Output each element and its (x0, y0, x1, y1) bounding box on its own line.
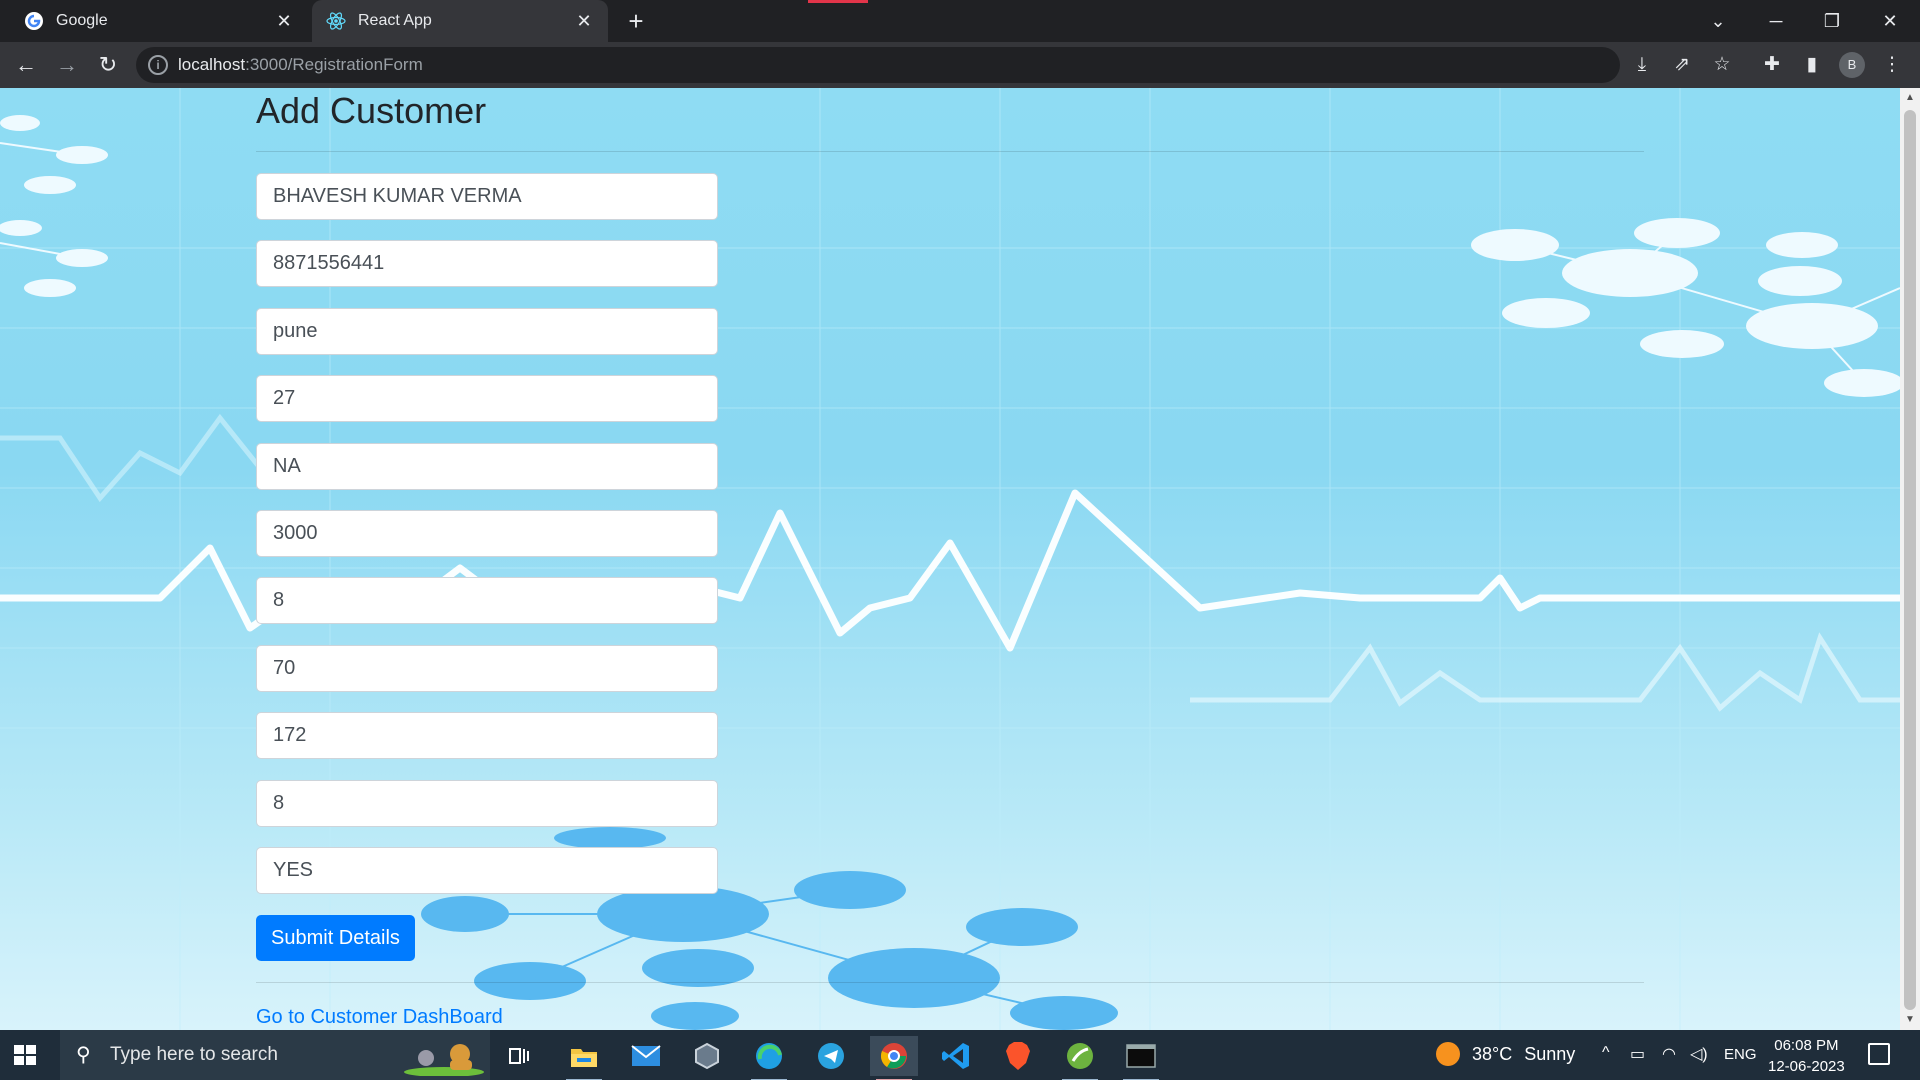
language-indicator[interactable]: ENG (1724, 1046, 1757, 1063)
address-bar[interactable]: i localhost:3000/RegistrationForm (136, 47, 1620, 83)
tab-google[interactable]: Google ✕ (10, 0, 308, 42)
clock-date: 12-06-2023 (1768, 1058, 1845, 1075)
google-g-icon (24, 11, 44, 31)
page-title: Add Customer (256, 90, 487, 131)
city-field[interactable] (256, 308, 718, 355)
system-clock[interactable]: 06:08 PM 12-06-2023 (1768, 1035, 1845, 1077)
brave-icon[interactable] (994, 1036, 1042, 1076)
terminal-icon[interactable] (1117, 1036, 1165, 1080)
dashboard-link[interactable]: Go to Customer DashBoard (256, 1006, 503, 1029)
show-hidden-icons-chevron-icon[interactable]: ^ (1602, 1044, 1610, 1062)
side-panel-icon[interactable]: ▮ (1798, 51, 1826, 79)
sun-icon (1436, 1042, 1460, 1066)
windows-taskbar: ⚲ Type here to search 38°C Sunny ^ ▭ ◠ ◁… (0, 1030, 1920, 1080)
field-10[interactable] (256, 780, 718, 827)
settings-cube-icon[interactable] (683, 1036, 731, 1076)
search-icon: ⚲ (76, 1044, 91, 1066)
close-tab-icon[interactable]: ✕ (274, 11, 294, 31)
weather-temp: 38°C (1472, 1043, 1513, 1064)
extensions-puzzle-icon[interactable]: ✚ (1758, 51, 1786, 79)
browser-toolbar: ← → ↻ i localhost:3000/RegistrationForm … (0, 42, 1920, 88)
field-7[interactable] (256, 577, 718, 624)
amount-field[interactable] (256, 510, 718, 557)
search-highlight-illustration-icon (402, 1034, 486, 1077)
height-field[interactable] (256, 712, 718, 759)
react-atom-icon (326, 11, 346, 31)
tab-search-chevron-icon[interactable]: ⌄ (1696, 4, 1740, 38)
scroll-up-icon[interactable]: ▲ (1904, 92, 1916, 103)
minimize-icon[interactable]: ─ (1754, 4, 1798, 38)
search-placeholder: Type here to search (110, 1044, 278, 1065)
tab-label: Google (56, 12, 108, 29)
volume-icon[interactable]: ◁) (1690, 1044, 1708, 1064)
weight-field[interactable] (256, 645, 718, 692)
notification-center-icon[interactable] (1868, 1043, 1890, 1065)
new-tab-plus-icon[interactable]: + (622, 8, 650, 36)
browser-tab-bar: Google ✕ React App ✕ + ⌄ ─ ❐ ✕ (0, 0, 1920, 42)
weather-desc: Sunny (1524, 1043, 1576, 1064)
name-field[interactable] (256, 173, 718, 220)
page-scrollbar[interactable]: ▲ ▼ (1900, 88, 1920, 1030)
form-divider (256, 982, 1644, 983)
close-tab-icon[interactable]: ✕ (574, 11, 594, 31)
battery-icon[interactable]: ▭ (1630, 1044, 1645, 1064)
install-app-icon[interactable]: ⤓ (1628, 51, 1656, 79)
site-info-icon[interactable]: i (148, 55, 168, 75)
telegram-icon[interactable] (807, 1036, 855, 1076)
scroll-down-icon[interactable]: ▼ (1904, 1014, 1916, 1025)
reload-icon[interactable]: ↻ (94, 51, 122, 79)
recording-indicator (808, 0, 868, 3)
tab-react-app[interactable]: React App ✕ (312, 0, 608, 42)
page-viewport: Add Customer Submit Details Go to Custom… (0, 88, 1900, 1030)
scrollbar-thumb[interactable] (1904, 110, 1916, 1010)
spring-icon[interactable] (1056, 1036, 1104, 1080)
profile-avatar[interactable]: B (1839, 52, 1865, 78)
url-text: localhost:3000/RegistrationForm (178, 55, 423, 74)
taskbar-search[interactable]: ⚲ Type here to search (60, 1030, 490, 1080)
chrome-icon[interactable] (870, 1036, 918, 1080)
file-explorer-icon[interactable] (560, 1036, 608, 1080)
phone-field[interactable] (256, 240, 718, 287)
forward-arrow-icon[interactable]: → (53, 51, 81, 79)
weather-widget[interactable]: 38°C Sunny (1436, 1042, 1575, 1066)
restore-icon[interactable]: ❐ (1810, 4, 1854, 38)
submit-button[interactable]: Submit Details (256, 915, 415, 961)
vscode-icon[interactable] (932, 1036, 980, 1076)
task-view-icon[interactable] (495, 1036, 543, 1076)
share-icon[interactable]: ⇗ (1668, 51, 1696, 79)
mail-icon[interactable] (622, 1036, 670, 1076)
field-11[interactable] (256, 847, 718, 894)
close-window-icon[interactable]: ✕ (1868, 4, 1912, 38)
title-divider (256, 151, 1644, 152)
tab-label: React App (358, 12, 432, 29)
condition-field[interactable] (256, 443, 718, 490)
windows-start-icon[interactable] (10, 1040, 40, 1070)
wifi-icon[interactable]: ◠ (1662, 1044, 1676, 1064)
menu-kebab-icon[interactable]: ⋮ (1878, 51, 1906, 79)
clock-time: 06:08 PM (1774, 1037, 1839, 1054)
back-arrow-icon[interactable]: ← (12, 51, 40, 79)
edge-icon[interactable] (745, 1036, 793, 1080)
bookmark-star-icon[interactable]: ☆ (1708, 51, 1736, 79)
age-field[interactable] (256, 375, 718, 422)
